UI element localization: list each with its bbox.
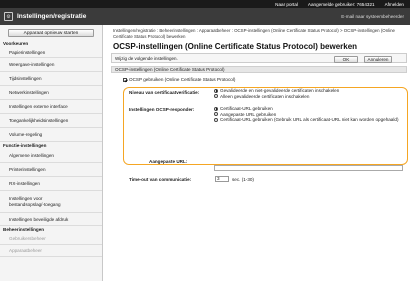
sidebar-item-label: Instellingen beveiligde afdruk — [9, 216, 69, 222]
use-ocsp-label: OCSP gebruiken (Online Certificate Statu… — [129, 77, 236, 82]
sidebar-section-voorkeuren: Voorkeuren — [3, 41, 29, 46]
option-label: Gevalideerde en niet-gevalideerde certif… — [220, 88, 340, 93]
sidebar-item-printer[interactable]: Printerinstellingen — [0, 163, 102, 177]
sidebar-item-label: Apparaatbeheer — [9, 248, 42, 253]
sidebar-item-network[interactable]: Netwerkinstellingen — [0, 86, 102, 100]
cert-level-options: Gevalideerde en niet-gevalideerde certif… — [214, 88, 339, 99]
radio-selected-icon — [214, 88, 218, 93]
ok-button[interactable]: OK — [334, 55, 358, 63]
mail-admin-link[interactable]: E-mail naar systeembeheerder — [341, 14, 404, 19]
sidebar-item-external-interface[interactable]: Instellingen externe interface — [0, 100, 102, 114]
restart-device-button[interactable]: Apparaat opnieuw starten — [8, 29, 94, 37]
sidebar-item-label: Instellingen externe interface — [9, 104, 68, 109]
sidebar-item-label: Weergave-instellingen — [9, 62, 55, 67]
sidebar-item-time[interactable]: Tijdsinstellingen — [0, 72, 102, 86]
instruction-bar: Wijzig de volgende instellingen. OK Annu… — [111, 53, 407, 63]
sidebar-section-beheer: Beheerinstellingen — [3, 227, 45, 232]
responder-option-cert-url-fallback[interactable]: Certificaat-URL gebruiken (Gebruik URL a… — [214, 117, 404, 123]
sidebar-item-label: Toegankelijkheidsinstellingen — [9, 118, 69, 123]
radio-icon — [214, 112, 218, 117]
sidebar-section-functie: Functie-instellingen — [3, 143, 47, 148]
settings-icon: ⚙ — [4, 12, 13, 21]
use-ocsp-row: OCSP gebruiken (Online Certificate Statu… — [123, 77, 235, 82]
responder-label: Instellingen OCSP-responder: — [129, 107, 195, 112]
sidebar-item-accessibility[interactable]: Toegankelijkheidsinstellingen — [0, 114, 102, 128]
app-header: ⚙ Instellingen/registratie E-mail naar s… — [0, 8, 410, 25]
sidebar-item-label: Gebruikersbeheer — [9, 236, 46, 241]
sidebar: Apparaat opnieuw starten Voorkeuren Papi… — [0, 25, 103, 281]
sidebar-item-label: Volume-regeling — [9, 132, 43, 137]
custom-url-input[interactable] — [214, 165, 403, 171]
sidebar-item-label: Algemene instellingen — [9, 153, 54, 158]
portal-link[interactable]: Naar portal — [275, 2, 298, 7]
sidebar-item-label: Papierinstellingen — [9, 49, 46, 55]
sidebar-item-file-storage[interactable]: Instellingen voor bestandsopslag/-toegan… — [0, 191, 102, 213]
radio-selected-icon — [214, 106, 218, 111]
cert-level-option-validated[interactable]: Alleen gevalideerde certificaten inschak… — [214, 94, 339, 100]
sidebar-item-device-management[interactable]: Apparaatbeheer — [0, 245, 102, 257]
main-content: Instellingen/registratie : Beheerinstell… — [107, 25, 410, 281]
sidebar-item-secure-print[interactable]: Instellingen beveiligde afdruk — [0, 213, 102, 226]
ocsp-form: OCSP gebruiken (Online Certificate Statu… — [117, 75, 408, 215]
radio-icon — [214, 117, 218, 122]
use-ocsp-checkbox[interactable] — [123, 77, 127, 82]
sidebar-item-display[interactable]: Weergave-instellingen — [0, 58, 102, 72]
page-title: OCSP-instellingen (Online Certificate St… — [113, 42, 358, 51]
option-label: Certificaat-URL gebruiken — [220, 106, 273, 111]
top-bar: Naar portal Aangemelde gebruiker: 765432… — [0, 0, 410, 8]
sidebar-item-label: RX-instellingen — [9, 181, 40, 186]
sidebar-item-label: Netwerkinstellingen — [9, 90, 49, 95]
cancel-button[interactable]: Annuleren — [364, 55, 392, 63]
sidebar-item-paper[interactable]: Papierinstellingen — [0, 47, 102, 58]
responder-options: Certificaat-URL gebruiken Aangepaste URL… — [214, 106, 404, 123]
app-title: Instellingen/registratie — [17, 13, 87, 20]
instruction-text: Wijzig de volgende instellingen. — [115, 56, 178, 61]
sidebar-item-general[interactable]: Algemene instellingen — [0, 149, 102, 163]
sidebar-item-label: Tijdsinstellingen — [9, 76, 42, 81]
timeout-unit: sec. (1-30) — [232, 177, 254, 182]
sidebar-item-label: Printerinstellingen — [9, 167, 46, 172]
sidebar-item-volume[interactable]: Volume-regeling — [0, 128, 102, 142]
breadcrumb[interactable]: Instellingen/registratie : Beheerinstell… — [113, 28, 409, 39]
sidebar-item-label: Instellingen voor bestandsopslag/-toegan… — [9, 196, 61, 207]
sidebar-item-user-management[interactable]: Gebruikersbeheer — [0, 233, 102, 245]
logged-in-user: Aangemelde gebruiker: 7654321 — [307, 1, 375, 7]
option-label: Aangepaste URL gebruiken — [220, 111, 277, 117]
option-label: Alleen gevalideerde certificaten inschak… — [220, 93, 310, 99]
logout-link[interactable]: Afmelden — [385, 2, 404, 7]
timeout-input[interactable]: 3 — [215, 176, 229, 182]
timeout-label: Time-out van communicatie: — [129, 177, 192, 182]
cert-level-label: Niveau van certificaatverificatie: — [129, 90, 200, 95]
section-header: OCSP-instellingen (Online Certificate St… — [111, 66, 407, 73]
option-label: Certificaat-URL gebruiken (Gebruik URL a… — [220, 117, 399, 122]
radio-icon — [214, 94, 218, 99]
sidebar-item-rx[interactable]: RX-instellingen — [0, 177, 102, 191]
custom-url-label: Aangepaste URL: — [149, 159, 188, 164]
